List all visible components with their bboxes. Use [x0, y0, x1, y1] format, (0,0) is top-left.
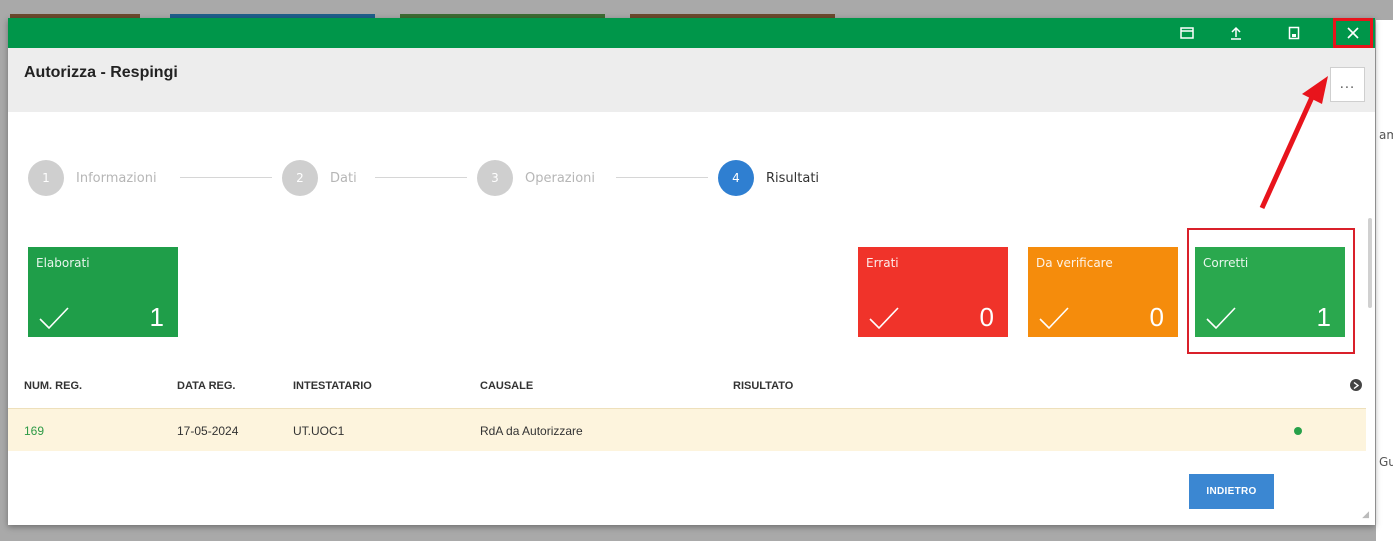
chevron-right-icon [1353, 381, 1359, 389]
column-header-risultato[interactable]: RISULTATO [733, 380, 793, 392]
cell-data-reg: 17-05-2024 [177, 424, 239, 438]
window-icon [1180, 27, 1194, 39]
tile-label: Elaborati [36, 256, 90, 270]
background-text: Gu [1379, 455, 1393, 469]
close-button[interactable] [1333, 18, 1373, 48]
check-icon [869, 307, 899, 330]
upload-icon [1231, 26, 1241, 40]
column-header-causale[interactable]: CAUSALE [480, 380, 533, 392]
highlight-annotation-box [1187, 228, 1355, 354]
step-connector [180, 177, 272, 178]
tile-da-verificare: Da verificare 0 [1028, 247, 1178, 337]
table-row[interactable]: 169 17-05-2024 UT.UOC1 RdA da Autorizzar… [8, 408, 1366, 451]
tile-label: Errati [866, 256, 899, 270]
dialog-scrollbar[interactable] [1368, 218, 1372, 308]
cell-intestatario: UT.UOC1 [293, 424, 345, 438]
check-icon [39, 307, 69, 330]
upload-button[interactable] [1221, 18, 1251, 48]
step-number: 3 [477, 160, 513, 196]
step-number: 4 [718, 160, 754, 196]
step-label: Dati [330, 170, 357, 186]
column-scroll-button[interactable] [1350, 379, 1362, 391]
more-options-button[interactable]: ... [1330, 67, 1365, 102]
result-status-dot [1294, 427, 1302, 435]
window-button[interactable] [1172, 18, 1202, 48]
tile-errati: Errati 0 [858, 247, 1008, 337]
save-icon [1288, 26, 1300, 40]
step-connector [616, 177, 708, 178]
close-icon [1347, 27, 1359, 39]
resize-grip-icon[interactable]: ◢ [1362, 510, 1369, 520]
cell-num-reg[interactable]: 169 [24, 424, 44, 438]
tile-elaborati: Elaborati 1 [28, 247, 178, 337]
step-label: Informazioni [76, 170, 157, 186]
step-connector [375, 177, 467, 178]
dialog-topbar [8, 18, 1375, 48]
tile-label: Da verificare [1036, 256, 1113, 270]
background-text: am [1379, 128, 1393, 142]
tile-count: 0 [1149, 302, 1164, 332]
step-informazioni[interactable]: 1 Informazioni [28, 160, 157, 196]
save-button[interactable] [1279, 18, 1309, 48]
tile-count: 0 [979, 302, 994, 332]
column-header-data-reg[interactable]: DATA REG. [177, 380, 235, 392]
step-label: Risultati [766, 170, 820, 186]
authorize-reject-dialog: Autorizza - Respingi ... 1 Informazioni … [8, 18, 1375, 525]
tile-count: 1 [149, 302, 164, 332]
column-header-num-reg[interactable]: NUM. REG. [24, 380, 82, 392]
step-label: Operazioni [525, 170, 596, 186]
step-number: 2 [282, 160, 318, 196]
back-button[interactable]: INDIETRO [1189, 474, 1274, 509]
cell-causale: RdA da Autorizzare [480, 424, 583, 438]
dialog-title: Autorizza - Respingi [24, 64, 178, 81]
step-number: 1 [28, 160, 64, 196]
dialog-header: Autorizza - Respingi [8, 48, 1375, 112]
step-risultati[interactable]: 4 Risultati [718, 160, 819, 196]
table-header: NUM. REG. DATA REG. INTESTATARIO CAUSALE… [8, 368, 1375, 404]
check-icon [1039, 307, 1069, 330]
step-dati[interactable]: 2 Dati [282, 160, 357, 196]
column-header-intestatario[interactable]: INTESTATARIO [293, 380, 372, 392]
step-operazioni[interactable]: 3 Operazioni [477, 160, 595, 196]
